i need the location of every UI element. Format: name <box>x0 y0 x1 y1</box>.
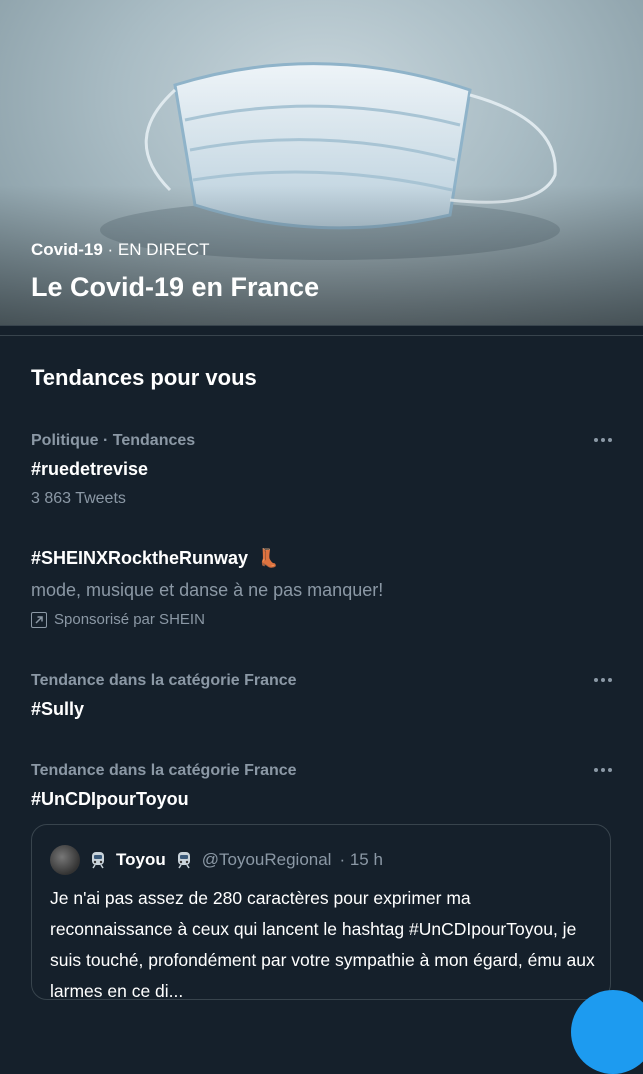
trend-meta: Tendance dans la catégorie France <box>31 762 297 779</box>
tweet-text: Je n'ai pas assez de 280 caractères pour… <box>50 888 595 1001</box>
trend-name: #SHEINXRocktheRunway 👢 <box>31 548 615 569</box>
trend-meta: Politique · Tendances <box>31 432 196 449</box>
train-icon <box>92 852 104 869</box>
hero-banner[interactable]: Covid-19 · EN DIRECT Le Covid-19 en Fran… <box>0 0 643 325</box>
trend-count: 3 863 Tweets <box>31 490 126 507</box>
sponsor-label: Sponsorisé par SHEIN <box>54 611 205 628</box>
trend-name: #UnCDIpourToyou <box>31 789 189 809</box>
tweet-handle[interactable]: @ToyouRegional <box>202 850 332 870</box>
divider <box>0 325 643 326</box>
hero-tag: Covid-19 · EN DIRECT <box>31 240 210 260</box>
more-options-icon[interactable] <box>591 762 615 778</box>
avatar[interactable] <box>50 845 80 875</box>
tweet-card[interactable]: Toyou @ToyouRegional · 15 h Je n'ai pas … <box>31 824 611 1001</box>
hero-category: Covid-19 <box>31 240 103 259</box>
more-options-icon[interactable] <box>591 672 615 688</box>
more-options-icon[interactable] <box>591 432 615 448</box>
train-icon <box>177 852 190 869</box>
trend-item[interactable]: Politique · Tendances #ruedetrevise 3 86… <box>31 432 615 508</box>
trend-name: #ruedetrevise <box>31 459 149 479</box>
section-title: Tendances pour vous <box>31 365 257 390</box>
trend-name-text: #SHEINXRocktheRunway <box>31 548 249 568</box>
hero-title: Le Covid-19 en France <box>31 272 320 302</box>
trend-item[interactable]: #SHEINXRocktheRunway 👢 mode, musique et … <box>31 548 615 628</box>
tweet-time: · 15 h <box>339 850 383 869</box>
trend-item[interactable]: Tendance dans la catégorie France #Sully <box>31 672 615 720</box>
boot-emoji: 👢 <box>257 548 280 568</box>
tweet-author-name[interactable]: Toyou <box>116 850 166 870</box>
divider <box>0 335 643 336</box>
compose-tweet-button[interactable] <box>571 990 643 1074</box>
trend-item[interactable]: Tendance dans la catégorie France #UnCDI… <box>31 762 615 810</box>
sponsor-line[interactable]: Sponsorisé par SHEIN <box>31 611 615 628</box>
promoted-arrow-icon <box>31 611 47 628</box>
trend-meta: Tendance dans la catégorie France <box>31 672 297 689</box>
tweet-header: Toyou @ToyouRegional · 15 h <box>50 845 383 875</box>
trend-description: mode, musique et danse à ne pas manquer! <box>31 580 384 600</box>
trend-name: #Sully <box>31 699 85 719</box>
hero-status: · EN DIRECT <box>107 240 210 259</box>
